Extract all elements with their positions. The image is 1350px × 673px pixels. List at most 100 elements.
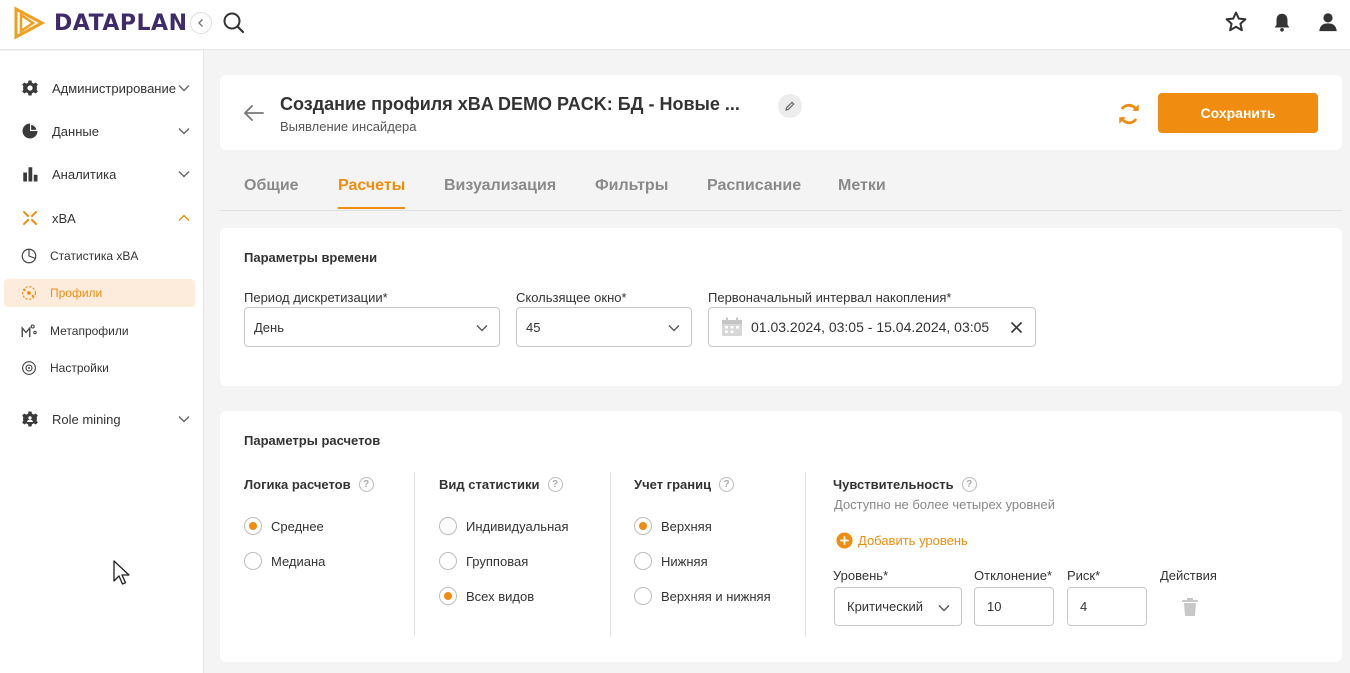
radio-button[interactable] <box>634 587 652 605</box>
sidebar-item-label: Администрирование <box>52 80 176 96</box>
logo[interactable]: DATAPLAN <box>12 5 188 41</box>
save-button[interactable]: Сохранить <box>1158 93 1318 133</box>
window-label: Скользящее окно* <box>516 290 627 305</box>
window-value: 45 <box>526 319 541 335</box>
tab-schedule[interactable]: Расписание <box>707 177 801 207</box>
sidebar-item-label: Профили <box>50 286 103 300</box>
star-icon <box>1225 11 1247 32</box>
interval-label: Первоначальный интервал накопления* <box>708 290 952 305</box>
sidebar-item-xba-stats[interactable]: Статистика xBA <box>4 241 195 271</box>
tab-general[interactable]: Общие <box>244 177 299 207</box>
tab-tags[interactable]: Метки <box>838 177 886 207</box>
chevron-down-icon <box>476 325 488 332</box>
deviation-label: Отклонение* <box>974 568 1052 583</box>
deviation-input[interactable]: 10 <box>974 587 1054 626</box>
radio-stat-all[interactable]: Всех видов <box>439 587 534 605</box>
radio-logic-mean[interactable]: Среднее <box>244 517 324 535</box>
stat-type-title: Вид статистики? <box>439 477 563 492</box>
period-select[interactable]: День <box>244 307 500 347</box>
radio-button[interactable] <box>439 552 457 570</box>
calc-params-card: Параметры расчетов <box>220 411 1342 662</box>
settings-icon <box>20 359 38 377</box>
radio-stat-individual[interactable]: Индивидуальная <box>439 517 569 535</box>
level-select[interactable]: Критический <box>834 587 962 626</box>
cog-people-icon <box>20 409 40 429</box>
divider <box>805 472 806 637</box>
level-value: Критический <box>847 599 923 614</box>
search-icon <box>223 12 245 34</box>
section-title: Параметры времени <box>244 250 378 265</box>
gear-icon <box>20 78 40 98</box>
tab-visualization[interactable]: Визуализация <box>444 177 556 207</box>
collapse-sidebar-button[interactable] <box>190 12 212 34</box>
chevron-down-icon <box>178 85 190 92</box>
radio-bounds-both[interactable]: Верхняя и нижняя <box>634 587 771 605</box>
window-select[interactable]: 45 <box>516 307 692 347</box>
edit-title-button[interactable] <box>778 94 802 118</box>
refresh-button[interactable] <box>1116 101 1142 127</box>
chevron-down-icon <box>178 416 190 423</box>
help-icon[interactable]: ? <box>719 477 735 492</box>
stats-pie-icon <box>20 247 38 265</box>
help-icon[interactable]: ? <box>358 477 374 492</box>
trash-icon <box>1182 598 1198 616</box>
sidebar-item-profiles[interactable]: Профили <box>4 279 195 307</box>
sidebar-item-label: xBA <box>52 210 76 226</box>
calendar-icon <box>722 317 742 336</box>
top-bar: DATAPLAN <box>0 0 1350 50</box>
section-title: Параметры расчетов <box>244 433 381 448</box>
back-button[interactable] <box>242 101 266 125</box>
chevron-left-icon <box>198 19 203 27</box>
sidebar-item-role-mining[interactable]: Role mining <box>4 404 195 434</box>
radio-bounds-upper[interactable]: Верхняя <box>634 517 712 535</box>
bounds-title: Учет границ? <box>634 477 735 492</box>
arrow-left-icon <box>244 105 264 121</box>
sidebar-item-label: Данные <box>52 123 99 139</box>
divider <box>414 472 415 637</box>
delete-level-button[interactable] <box>1181 597 1199 622</box>
sidebar-item-xba[interactable]: xBA <box>4 203 195 233</box>
radio-button[interactable] <box>244 552 262 570</box>
risk-label: Риск* <box>1067 568 1101 583</box>
help-icon[interactable]: ? <box>961 477 977 492</box>
metaprofiles-icon <box>20 322 38 340</box>
pencil-icon <box>785 101 795 111</box>
page-subtitle: Выявление инсайдера <box>280 119 417 134</box>
radio-button[interactable] <box>634 552 652 570</box>
actions-label: Действия <box>1160 568 1217 583</box>
chevron-down-icon <box>178 128 190 135</box>
radio-button[interactable] <box>244 517 262 535</box>
sidebar-item-label: Role mining <box>52 411 121 427</box>
radio-button[interactable] <box>634 517 652 535</box>
page-title: Создание профиля xBA DEMO PACK: БД - Нов… <box>280 94 740 114</box>
search-button[interactable] <box>222 11 246 35</box>
sidebar-item-metaprofiles[interactable]: Метапрофили <box>4 316 195 346</box>
radio-logic-median[interactable]: Медиана <box>244 552 325 570</box>
interval-date-range[interactable]: 01.03.2024, 03:05 - 15.04.2024, 03:05 <box>708 307 1036 347</box>
help-icon[interactable]: ? <box>547 477 563 492</box>
chevron-down-icon <box>178 171 190 178</box>
notifications-button[interactable] <box>1270 10 1294 34</box>
sidebar-item-analytics[interactable]: Аналитика <box>4 159 195 189</box>
sidebar-item-settings[interactable]: Настройки <box>4 353 195 383</box>
sensitivity-title: Чувствительность? <box>833 477 977 492</box>
add-level-button[interactable]: Добавить уровень <box>836 532 968 549</box>
radio-button[interactable] <box>439 587 457 605</box>
sidebar-item-administration[interactable]: Администрирование <box>4 73 195 103</box>
radio-button[interactable] <box>439 517 457 535</box>
pie-chart-icon <box>20 121 40 141</box>
dataplan-logo-icon <box>14 6 46 40</box>
close-icon[interactable] <box>1010 321 1023 334</box>
user-menu-button[interactable] <box>1316 10 1340 34</box>
favorites-button[interactable] <box>1224 10 1248 34</box>
radio-stat-group[interactable]: Групповая <box>439 552 528 570</box>
tab-calculations[interactable]: Расчеты <box>338 177 406 209</box>
chevron-down-icon <box>668 325 680 332</box>
logic-title: Логика расчетов? <box>244 477 374 492</box>
tab-filters[interactable]: Фильтры <box>595 177 668 207</box>
sensitivity-hint: Доступно не более четырех уровней <box>834 497 1055 512</box>
risk-input[interactable]: 4 <box>1067 587 1147 626</box>
radio-bounds-lower[interactable]: Нижняя <box>634 552 708 570</box>
bell-icon <box>1274 13 1290 32</box>
sidebar-item-data[interactable]: Данные <box>4 116 195 146</box>
